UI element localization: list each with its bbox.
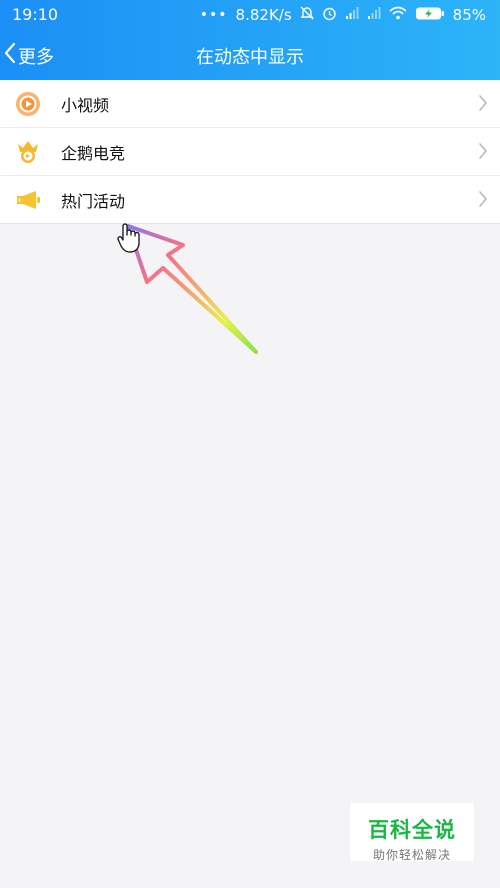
watermark-subtitle: 助你轻松解决 [372, 848, 451, 862]
watermark-title: 百科全说 [368, 818, 456, 842]
annotation-arrow [126, 224, 258, 354]
hand-cursor-icon [116, 222, 142, 258]
watermark: 百科全说 助你轻松解决 [350, 803, 474, 862]
